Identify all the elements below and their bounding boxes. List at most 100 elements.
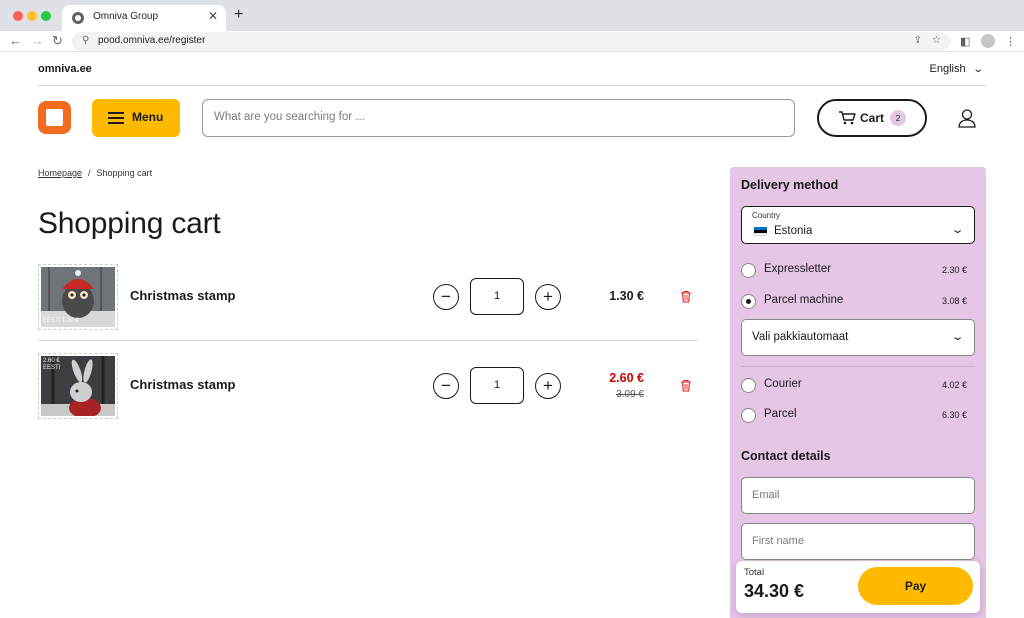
delivery-option-expressletter[interactable]: Expressletter 2.30 € [741, 261, 967, 281]
breadcrumb-separator: / [88, 168, 91, 178]
order-total-bar: Total 34.30 € Pay [736, 561, 980, 613]
radio-button[interactable] [741, 378, 756, 393]
search-placeholder: What are you searching for ... [214, 111, 365, 123]
panel-divider [741, 366, 975, 367]
first-name-field[interactable]: First name [741, 523, 975, 560]
chevron-down-icon: ⌄ [950, 224, 965, 236]
kebab-menu-icon[interactable]: ⋮ [1005, 35, 1016, 48]
option-label: Parcel machine [764, 294, 844, 306]
quantity-decrease-button[interactable]: − [433, 284, 459, 310]
breadcrumb-home-link[interactable]: Homepage [38, 168, 82, 178]
new-tab-icon[interactable]: + [234, 6, 243, 24]
cart-button[interactable]: Cart 2 [817, 99, 927, 137]
pay-button[interactable]: Pay [858, 567, 973, 605]
radio-button-selected[interactable] [741, 294, 756, 309]
share-icon[interactable]: ⇪ [914, 35, 922, 46]
tab-close-icon[interactable]: ✕ [208, 9, 218, 23]
quantity-input[interactable]: 1 [470, 278, 524, 315]
browser-tab[interactable]: Omniva Group ✕ [62, 5, 226, 31]
url-text: pood.omniva.ee/register [98, 35, 206, 46]
hamburger-icon [108, 112, 124, 124]
option-label: Expressletter [764, 263, 832, 275]
trash-icon[interactable] [680, 379, 692, 392]
parcel-machine-select[interactable]: Vali pakkiautomaat ⌄ [741, 319, 975, 356]
window-minimize-button[interactable] [27, 11, 37, 21]
radio-button[interactable] [741, 408, 756, 423]
option-price: 2.30 € [941, 265, 967, 275]
rabbit-stamp-image: 2.60 € EESTI [41, 356, 115, 416]
chevron-down-icon: ⌄ [950, 331, 965, 343]
option-label: Parcel [764, 408, 797, 420]
language-label: English [929, 63, 966, 75]
quantity-input[interactable]: 1 [470, 367, 524, 404]
favicon-icon [72, 12, 84, 24]
total-label: Total [744, 567, 765, 578]
item-divider [38, 340, 698, 341]
menu-button[interactable]: Menu [92, 99, 180, 137]
option-label: Courier [764, 378, 802, 390]
tab-title: Omniva Group [93, 11, 159, 22]
window-close-button[interactable] [13, 11, 23, 21]
cart-item: EESTI 1.30 € Christmas stamp − 1 + 1.30 … [38, 262, 698, 332]
cart-label: Cart [860, 111, 885, 125]
country-value: Estonia [774, 225, 813, 237]
site-topline: omniva.ee English ⌄ [38, 62, 986, 86]
window-maximize-button[interactable] [41, 11, 51, 21]
country-select[interactable]: Country Estonia ⌄ [741, 206, 975, 244]
user-account-icon[interactable] [957, 108, 977, 128]
checkout-panel: Delivery method Country Estonia ⌄ Expres… [730, 167, 986, 618]
site-info-icon[interactable]: ⚲ [82, 35, 89, 46]
browser-tab-bar: Omniva Group ✕ + [0, 0, 1024, 31]
stamp-text: EESTI 1.30 € [43, 318, 79, 324]
product-name: Christmas stamp [130, 288, 236, 303]
country-label: Country [752, 211, 781, 220]
option-price: 6.30 € [941, 410, 967, 420]
owl-stamp-image: EESTI 1.30 € [41, 267, 115, 327]
delivery-option-parcel-machine[interactable]: Parcel machine 3.08 € [741, 292, 967, 312]
product-name: Christmas stamp [130, 377, 236, 392]
cart-icon [839, 111, 856, 125]
quantity-decrease-button[interactable]: − [433, 373, 459, 399]
first-name-placeholder: First name [752, 535, 804, 547]
parcel-machine-select-value: Vali pakkiautomaat [752, 331, 849, 343]
delivery-option-parcel[interactable]: Parcel 6.30 € [741, 406, 967, 426]
chevron-down-icon: ⌄ [971, 64, 984, 75]
option-price: 4.02 € [941, 380, 967, 390]
item-old-price: 3.09 € [616, 389, 644, 400]
menu-label: Menu [132, 110, 164, 124]
breadcrumb: Homepage / Shopping cart [38, 168, 152, 178]
email-placeholder: Email [752, 489, 780, 501]
radio-button[interactable] [741, 263, 756, 278]
product-thumbnail[interactable]: 2.60 € EESTI [38, 353, 118, 419]
item-price: 1.30 € [609, 289, 644, 303]
forward-icon[interactable]: → [31, 33, 44, 49]
total-value: 34.30 € [744, 581, 805, 601]
product-thumbnail[interactable]: EESTI 1.30 € [38, 264, 118, 330]
option-price: 3.08 € [941, 296, 967, 306]
profile-avatar-icon[interactable] [981, 34, 995, 48]
omniva-logo[interactable] [38, 101, 71, 134]
delivery-option-courier[interactable]: Courier 4.02 € [741, 376, 967, 396]
item-sale-price: 2.60 € [609, 371, 644, 385]
quantity-increase-button[interactable]: + [535, 284, 561, 310]
trash-icon[interactable] [680, 290, 692, 303]
page-title: Shopping cart [38, 207, 221, 240]
stamp-text: 2.60 € EESTI [43, 358, 61, 371]
reload-icon[interactable]: ↻ [52, 33, 63, 49]
address-bar: ← → ↻ ⚲ pood.omniva.ee/register ⇪ ☆ ◧ ⋮ [0, 31, 1024, 52]
url-field[interactable]: ⚲ pood.omniva.ee/register ⇪ ☆ [72, 32, 950, 51]
bookmark-star-icon[interactable]: ☆ [932, 35, 941, 46]
quantity-increase-button[interactable]: + [535, 373, 561, 399]
cart-count-badge: 2 [890, 110, 906, 126]
language-selector[interactable]: English ⌄ [929, 63, 984, 75]
breadcrumb-current: Shopping cart [96, 168, 153, 178]
search-input[interactable]: What are you searching for ... [202, 99, 795, 137]
delivery-method-heading: Delivery method [741, 178, 839, 192]
omniva-site-link[interactable]: omniva.ee [38, 63, 92, 75]
estonia-flag-icon [754, 227, 767, 236]
cart-item: 2.60 € EESTI Christmas stamp − 1 + 2.60 … [38, 351, 698, 421]
side-panel-icon[interactable]: ◧ [960, 35, 970, 48]
contact-details-heading: Contact details [741, 449, 831, 463]
email-field[interactable]: Email [741, 477, 975, 514]
back-icon[interactable]: ← [9, 33, 22, 49]
